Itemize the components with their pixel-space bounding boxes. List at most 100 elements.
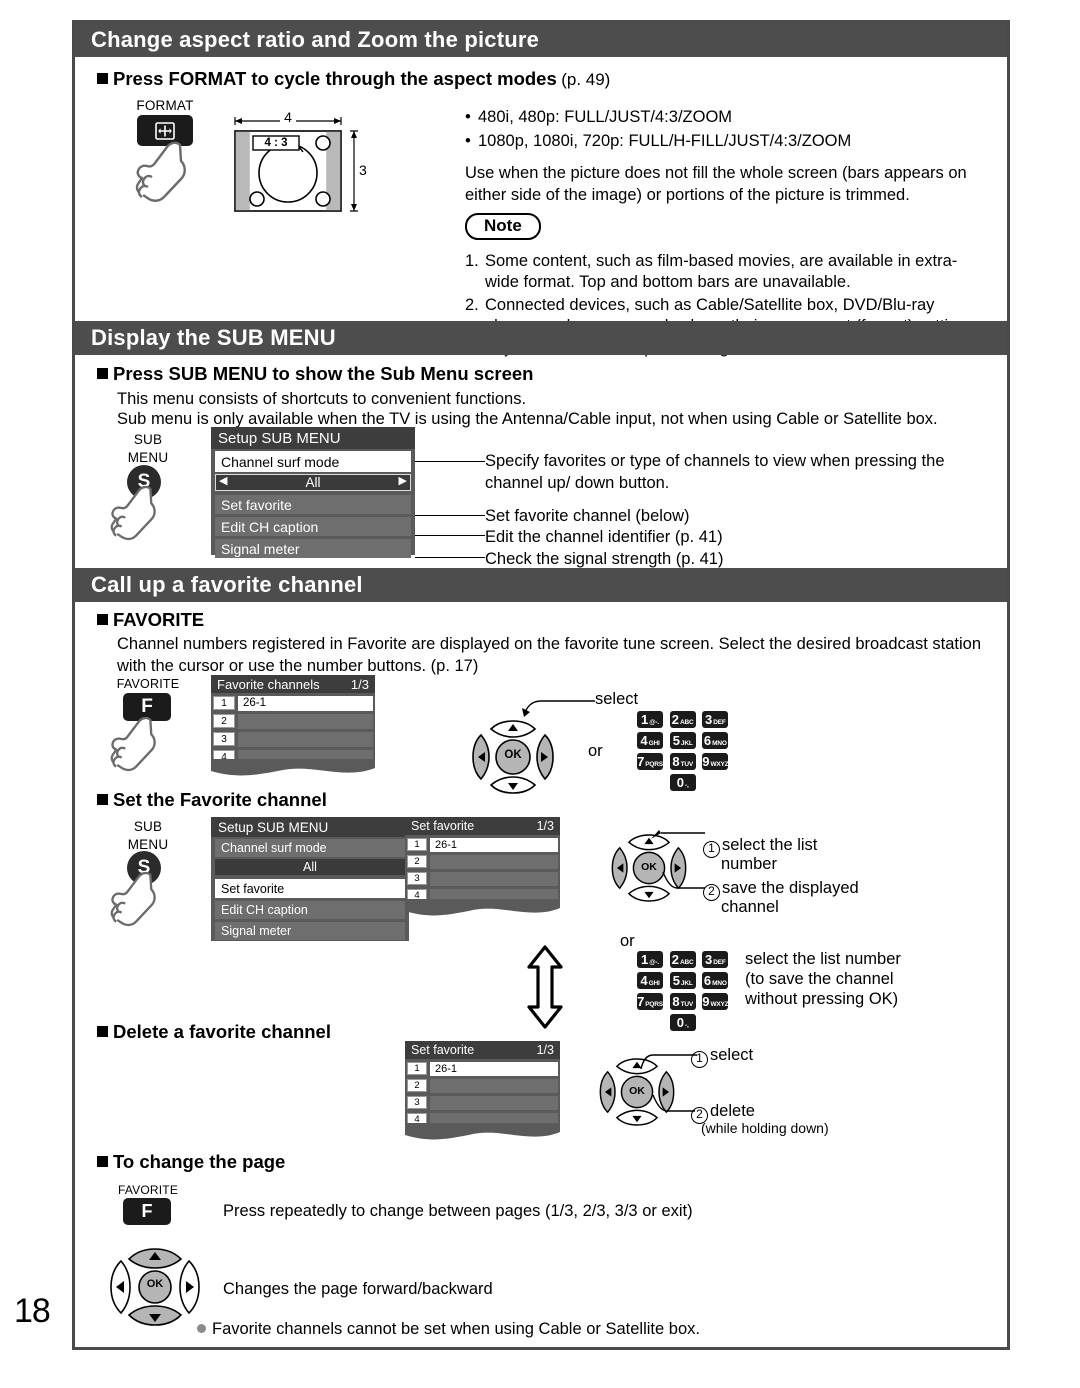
submenu-heading-text: Press SUB MENU to show the Sub Menu scre… bbox=[113, 363, 534, 384]
ok-button-label: OK bbox=[504, 749, 522, 761]
list-item: • 480i, 480p: FULL/JUST/4:3/ZOOM bbox=[465, 107, 985, 129]
keypad-key-8[interactable]: 8 TUV bbox=[669, 753, 696, 770]
list-item[interactable]: 3 bbox=[407, 871, 558, 886]
keypad-key-7[interactable]: 7 PQRS bbox=[637, 753, 663, 770]
dot-bullet-icon bbox=[197, 1324, 206, 1333]
callout-edit-ch-caption: Edit the channel identifier (p. 41) bbox=[485, 528, 723, 546]
osd-title: Setup SUB MENU bbox=[211, 817, 409, 837]
list-item[interactable]: 3 bbox=[213, 731, 373, 747]
osd-row-set-favorite[interactable]: Set favorite bbox=[215, 879, 405, 898]
keypad-key-8[interactable]: 8 TUV bbox=[669, 993, 696, 1010]
square-bullet-icon bbox=[97, 1156, 108, 1167]
section-title-submenu: Display the SUB MENU bbox=[91, 325, 336, 350]
section-title-favorite: Call up a favorite channel bbox=[91, 572, 363, 597]
favorite-button-glyph: F bbox=[141, 1201, 153, 1221]
change-page-heading: To change the page bbox=[97, 1151, 285, 1173]
keypad-key-3[interactable]: 3 DEF bbox=[702, 711, 729, 728]
osd-row-edit-ch-caption[interactable]: Edit CH caption bbox=[215, 901, 405, 919]
favorite-button[interactable]: F bbox=[123, 1198, 171, 1225]
osd-row-channel-surf-mode[interactable]: Channel surf mode bbox=[215, 451, 411, 472]
square-bullet-icon bbox=[97, 368, 108, 379]
square-bullet-icon bbox=[97, 614, 108, 625]
keypad-key-1[interactable]: 1 @-. bbox=[637, 711, 663, 728]
step-2-label-line2: channel bbox=[721, 898, 779, 916]
osd-row-signal-meter[interactable]: Signal meter bbox=[215, 539, 411, 558]
set-favorite-key-caption: SUB MENU bbox=[127, 819, 169, 852]
or-label: or bbox=[620, 932, 635, 950]
chevron-left-icon[interactable]: ◀ bbox=[219, 474, 227, 487]
keypad-key-9[interactable]: 9 WXYZ bbox=[702, 993, 729, 1010]
osd-set-favorite-list-2: Set favorite 1/3 1 26-1 2 3 4 bbox=[405, 1041, 560, 1145]
keypad-note-line-3: without pressing OK) bbox=[745, 990, 899, 1008]
torn-edge-icon bbox=[211, 759, 375, 776]
osd-page-indicator: 1/3 bbox=[536, 1043, 554, 1057]
osd-title: Set favorite 1/3 bbox=[405, 817, 560, 835]
chevron-right-icon[interactable]: ▶ bbox=[399, 474, 407, 487]
note-badge: Note bbox=[465, 213, 541, 240]
footnote: Favorite channels cannot be set when usi… bbox=[197, 1319, 700, 1341]
keypad-key-3[interactable]: 3 DEF bbox=[702, 951, 729, 968]
callout-line-step-2 bbox=[662, 871, 705, 889]
aspect-heading: Press FORMAT to cycle through the aspect… bbox=[97, 68, 987, 90]
list-item[interactable]: 2 bbox=[407, 854, 558, 869]
list-item[interactable]: 1 26-1 bbox=[213, 695, 373, 711]
select-label: select bbox=[595, 690, 639, 708]
aspect-description: Use when the picture does not fill the w… bbox=[465, 164, 967, 204]
numeric-keypad-2[interactable]: 1 @-. 2 ABC 3 DEF 4 GHI 5 JKL 6 MNO 7 PQRS 8 TUV… bbox=[637, 951, 731, 1031]
keypad-key-7[interactable]: 7 PQRS bbox=[637, 993, 663, 1010]
osd-row-set-favorite[interactable]: Set favorite bbox=[215, 495, 411, 514]
osd-row-all-selector[interactable]: ◀ All ▶ bbox=[215, 474, 411, 491]
osd-set-favorite-list-1: Set favorite 1/3 1 26-1 2 3 4 bbox=[405, 817, 560, 921]
keypad-key-0[interactable]: 0 -, bbox=[669, 774, 696, 791]
pointing-hand-icon bbox=[110, 716, 156, 772]
callout-line-delete-2 bbox=[652, 1094, 695, 1112]
keypad-note-line-2: (to save the channel bbox=[745, 970, 894, 988]
keypad-key-9[interactable]: 9 WXYZ bbox=[702, 753, 729, 770]
aspect-heading-text: Press FORMAT to cycle through the aspect… bbox=[113, 68, 557, 89]
osd-row-all-selector[interactable]: All bbox=[215, 859, 405, 875]
keypad-key-4[interactable]: 4 GHI bbox=[637, 972, 663, 989]
pointing-hand-icon bbox=[110, 485, 156, 541]
keypad-key-0[interactable]: 0 -, bbox=[669, 1014, 696, 1031]
osd-page-indicator: 1/3 bbox=[350, 676, 369, 692]
favorite-heading-text: FAVORITE bbox=[113, 609, 205, 630]
square-bullet-icon bbox=[97, 73, 108, 84]
list-item[interactable]: 2 bbox=[213, 713, 373, 729]
ok-button-label: OK bbox=[146, 1278, 164, 1290]
list-item[interactable]: 3 bbox=[407, 1095, 558, 1110]
osd-row-channel-surf-mode[interactable]: Channel surf mode bbox=[215, 839, 405, 857]
pointing-hand-icon bbox=[135, 141, 186, 202]
circle-number-1: 1 bbox=[691, 1051, 708, 1068]
numeric-keypad-1[interactable]: 1 @-. 2 ABC 3 DEF 4 GHI 5 JKL 6 MNO 7 PQRS 8 TUV… bbox=[637, 711, 731, 791]
osd-row-signal-meter[interactable]: Signal meter bbox=[215, 922, 405, 940]
keypad-key-5[interactable]: 5 JKL bbox=[669, 732, 696, 749]
list-item[interactable]: 1 26-1 bbox=[407, 1061, 558, 1076]
list-item[interactable]: 2 bbox=[407, 1078, 558, 1093]
change-page-heading-text: To change the page bbox=[113, 1151, 286, 1172]
torn-edge-icon bbox=[405, 899, 560, 916]
delete-step-2-sub: (while holding down) bbox=[701, 1120, 829, 1136]
keypad-key-5[interactable]: 5 JKL bbox=[669, 972, 696, 989]
page-number: 18 bbox=[14, 1292, 51, 1330]
list-item[interactable]: 1 26-1 bbox=[407, 837, 558, 852]
keypad-key-1[interactable]: 1 @-. bbox=[637, 951, 663, 968]
dot-bullet-icon: • bbox=[465, 131, 471, 150]
keypad-key-6[interactable]: 6 MNO bbox=[702, 972, 729, 989]
osd-favorite-channels: Favorite channels 1/3 1 26-1 2 3 4 bbox=[211, 675, 375, 776]
callout-line-delete-1 bbox=[640, 1054, 697, 1070]
keypad-key-2[interactable]: 2 ABC bbox=[669, 711, 696, 728]
keypad-key-4[interactable]: 4 GHI bbox=[637, 732, 663, 749]
aspect-width-label: 4 bbox=[280, 109, 296, 125]
delete-favorite-heading: Delete a favorite channel bbox=[97, 1021, 331, 1043]
section-header-submenu: Display the SUB MENU bbox=[75, 321, 1007, 355]
delete-favorite-heading-text: Delete a favorite channel bbox=[113, 1021, 331, 1042]
submenu-heading: Press SUB MENU to show the Sub Menu scre… bbox=[97, 363, 533, 385]
keypad-key-2[interactable]: 2 ABC bbox=[669, 951, 696, 968]
aspect-diagram-svg bbox=[234, 117, 358, 212]
keypad-key-6[interactable]: 6 MNO bbox=[702, 732, 729, 749]
osd-row-edit-ch-caption[interactable]: Edit CH caption bbox=[215, 517, 411, 536]
set-favorite-heading: Set the Favorite channel bbox=[97, 789, 327, 811]
pointing-hand-icon bbox=[110, 871, 156, 927]
keypad-note-line-1: select the list number bbox=[745, 950, 901, 968]
osd-page-indicator: 1/3 bbox=[536, 819, 554, 833]
